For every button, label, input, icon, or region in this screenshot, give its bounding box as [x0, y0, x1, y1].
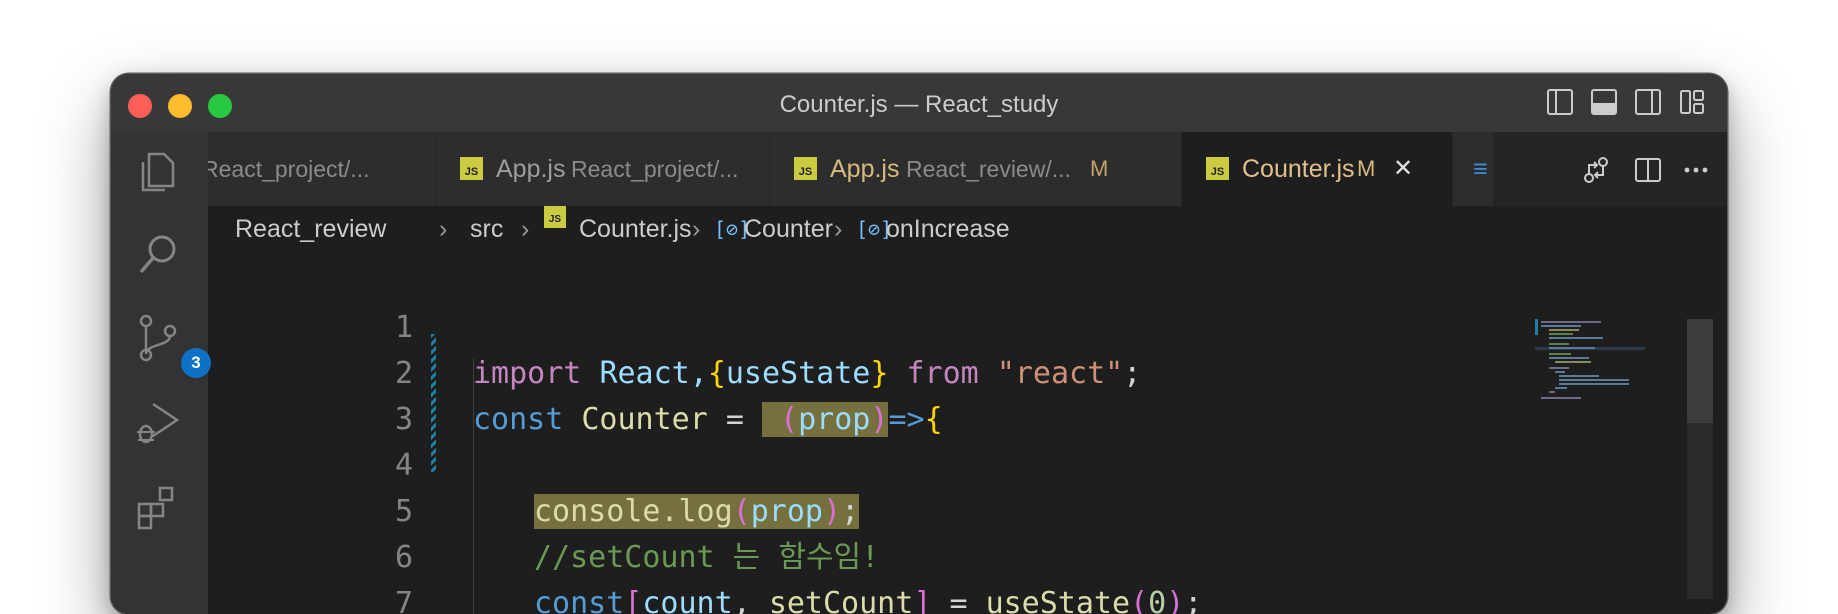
selection-highlight: console.log(prop);	[534, 494, 860, 529]
tab-modified-badge: M	[1090, 156, 1109, 181]
javascript-file-icon: JS	[1206, 157, 1229, 180]
breadcrumb-separator: ›	[834, 215, 843, 243]
tab-name: Counter.js	[1242, 155, 1355, 183]
code-line: 3	[208, 351, 413, 437]
javascript-file-icon: JS	[460, 157, 483, 180]
tab-react-project-file[interactable]: React_project/...	[208, 132, 436, 206]
customize-layout-icon[interactable]	[1677, 87, 1707, 117]
javascript-file-icon: JS	[794, 157, 817, 180]
code-line: 6 const[count, setCount] = useState(0);	[208, 489, 1202, 614]
extensions-icon[interactable]	[133, 482, 185, 534]
compare-changes-icon[interactable]	[1581, 155, 1611, 185]
scrollbar-thumb[interactable]	[1687, 319, 1713, 423]
tab-path: React_project/...	[208, 156, 370, 182]
breadcrumb-folder[interactable]: React_review	[235, 206, 386, 252]
split-editor-icon[interactable]	[1633, 155, 1663, 185]
code-comment: //setCount 는 함수임!	[534, 540, 880, 575]
tab-close-icon[interactable]: ✕	[1393, 132, 1413, 206]
tab-modified-badge: M	[1357, 156, 1376, 181]
breadcrumb-file[interactable]: Counter.js	[579, 206, 692, 252]
tab-app-js-project[interactable]: JS App.js React_project/...	[436, 132, 770, 206]
code-text: const Counter = (prop)=>{	[473, 402, 943, 437]
explorer-icon[interactable]	[133, 146, 185, 198]
vscode-window: Counter.js — React_study 3 React_project…	[111, 74, 1727, 614]
editor-actions	[1543, 132, 1727, 206]
layout-controls	[1545, 87, 1707, 117]
tab-app-js-review[interactable]: JS App.js React_review/... M	[770, 132, 1182, 206]
toggle-panel-icon[interactable]	[1589, 87, 1619, 117]
breadcrumb-separator: ›	[692, 215, 701, 243]
more-actions-icon[interactable]	[1681, 155, 1711, 185]
line-number: 7	[394, 586, 413, 614]
search-icon[interactable]	[133, 228, 185, 280]
breadcrumb-separator: ›	[521, 215, 530, 243]
window-title: Counter.js — React_study	[779, 91, 1059, 118]
breadcrumb-symbol-onincrease[interactable]: onIncrease	[886, 206, 1010, 252]
tab-partial-icon: ≡	[1473, 155, 1488, 183]
editor-tab-bar: React_project/... JS App.js React_projec…	[208, 132, 1727, 206]
breadcrumb: React_review › src › JS Counter.js › [⊘]…	[208, 206, 1727, 252]
tab-overflow[interactable]: ≡	[1453, 132, 1494, 206]
tab-path: React_review/...	[906, 156, 1071, 182]
tab-name: App.js	[830, 155, 900, 183]
vertical-scrollbar[interactable]	[1687, 319, 1713, 599]
source-control-icon[interactable]: 3	[133, 312, 211, 378]
toggle-secondary-sidebar-icon[interactable]	[1633, 87, 1663, 117]
code-line: 7	[208, 535, 413, 614]
javascript-file-icon: JS	[544, 206, 566, 228]
code-line: 5 //setCount 는 함수임!	[208, 443, 879, 575]
tab-path: React_project/...	[571, 156, 739, 182]
gutter-modified-indicator	[431, 334, 436, 472]
breadcrumb-separator: ›	[439, 215, 448, 243]
bracket-match-highlight: (prop)	[762, 402, 889, 437]
code-editor[interactable]: 1 import React,{useState} from "react"; …	[208, 252, 1727, 614]
activity-bar: 3	[111, 132, 211, 614]
tab-name: App.js	[496, 155, 566, 183]
code-text: const[count, setCount] = useState(0);	[534, 586, 1203, 614]
title-bar: Counter.js — React_study	[111, 74, 1727, 133]
run-debug-icon[interactable]	[133, 396, 185, 448]
code-line: 1 import React,{useState} from "react";	[208, 259, 1141, 391]
code-line: 2 const Counter = (prop)=>{	[208, 305, 943, 437]
line-number: 6	[394, 540, 413, 575]
toggle-primary-sidebar-icon[interactable]	[1545, 87, 1575, 117]
minimap[interactable]	[1535, 319, 1645, 439]
line-number: 5	[394, 494, 413, 529]
line-number: 4	[394, 448, 413, 483]
line-number: 3	[394, 402, 413, 437]
code-text: import React,{useState} from "react";	[473, 356, 1142, 391]
tab-counter-js[interactable]: JS Counter.js M ✕	[1182, 132, 1453, 206]
source-control-badge: 3	[181, 348, 211, 378]
code-text: console.log(prop);	[534, 489, 860, 535]
line-number: 2	[394, 356, 413, 391]
breadcrumb-symbol-counter[interactable]: Counter	[744, 206, 833, 252]
code-line: 4 console.log(prop);	[208, 397, 860, 529]
line-number: 1	[394, 310, 413, 345]
breadcrumb-src[interactable]: src	[470, 206, 503, 252]
